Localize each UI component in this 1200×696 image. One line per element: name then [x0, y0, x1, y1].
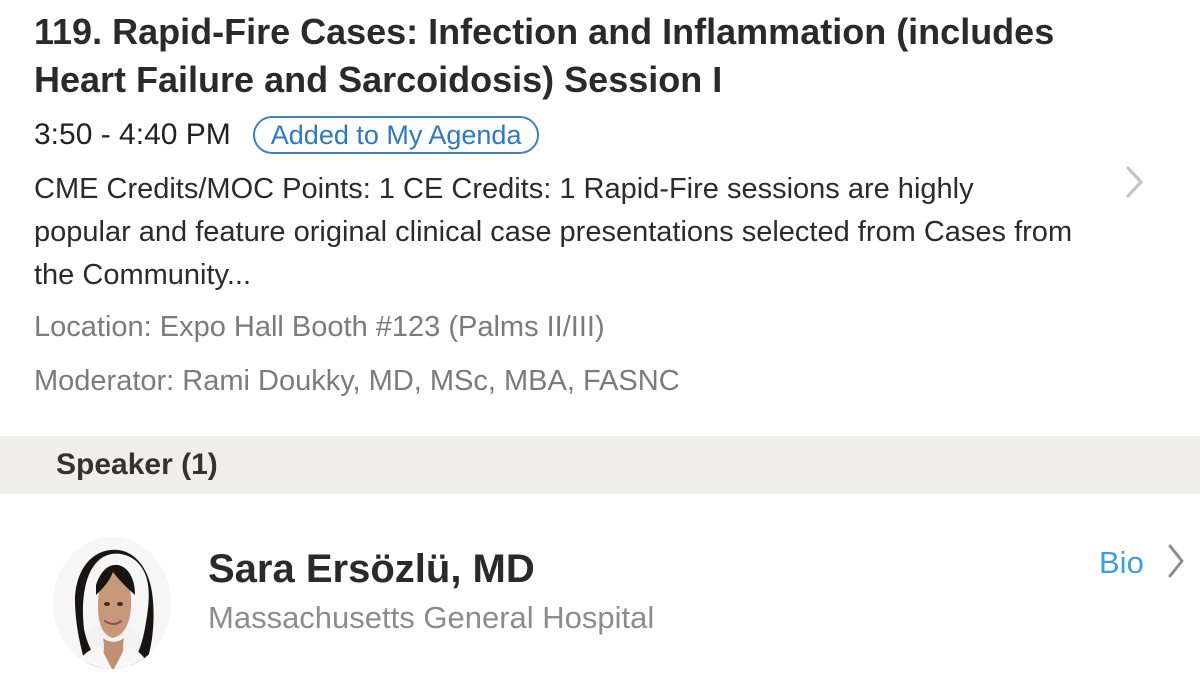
session-summary-card[interactable]: 119. Rapid-Fire Cases: Infection and Inf…: [0, 0, 1200, 436]
session-title: 119. Rapid-Fire Cases: Infection and Inf…: [34, 11, 1055, 100]
chevron-right-icon[interactable]: [1165, 542, 1187, 580]
added-to-agenda-badge[interactable]: Added to My Agenda: [252, 116, 540, 154]
session-location: Location: Expo Hall Booth #123 (Palms II…: [34, 311, 605, 343]
session-description: CME Credits/MOC Points: 1 CE Credits: 1 …: [34, 173, 1073, 291]
speaker-organization: Massachusetts General Hospital: [208, 600, 655, 635]
speaker-avatar: [53, 537, 171, 669]
chevron-right-icon[interactable]: [1123, 164, 1147, 200]
speaker-photo: [53, 537, 171, 669]
session-moderator: Moderator: Rami Doukky, MD, MSc, MBA, FA…: [34, 365, 680, 397]
session-detail-page: 119. Rapid-Fire Cases: Infection and Inf…: [0, 0, 1200, 696]
speaker-section-header: Speaker (1): [0, 436, 1200, 494]
speaker-name: Sara Ersözlü, MD: [208, 547, 535, 591]
session-time-row: 3:50 - 4:40 PM Added to My Agenda: [34, 112, 540, 158]
session-time: 3:50 - 4:40 PM: [34, 118, 231, 151]
bio-link[interactable]: Bio: [1099, 541, 1144, 585]
speaker-section-title: Speaker (1): [56, 448, 218, 481]
speaker-list-item[interactable]: Sara Ersözlü, MD Massachusetts General H…: [0, 494, 1200, 696]
